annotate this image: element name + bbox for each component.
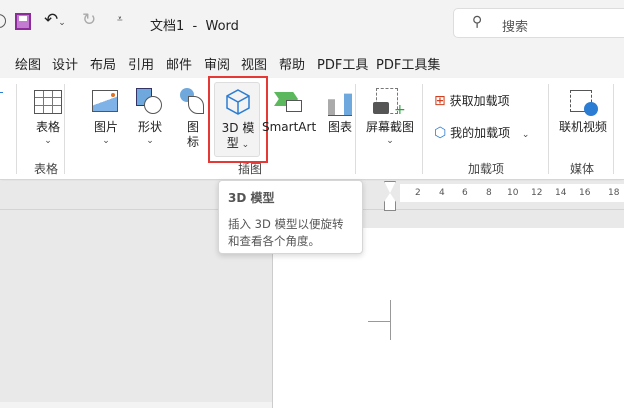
tab-help[interactable]: 帮助 (279, 54, 305, 73)
customize-qat-icon[interactable]: ⩡ (117, 14, 123, 25)
undo-icon[interactable]: ↶⌄ (44, 10, 66, 30)
tooltip-line2: 和查看各个角度。 (228, 234, 320, 248)
tab-pdf-tools[interactable]: PDF工具 (317, 54, 368, 73)
3d-model-highlight (208, 76, 268, 163)
chart-button[interactable]: 图表 (322, 84, 358, 154)
table-button[interactable]: 表格 ⌄ (28, 84, 68, 154)
tab-pdf-toolset[interactable]: PDF工具集 (376, 54, 440, 73)
tab-references[interactable]: 引用 (128, 54, 154, 73)
icons-button[interactable]: 图 标 (176, 84, 210, 154)
chart-icon (328, 88, 352, 116)
my-addins-button[interactable]: ⬡ 我的加载项 ⌄ (434, 124, 529, 141)
tab-design[interactable]: 设计 (52, 54, 78, 73)
get-addins-button[interactable]: ⊞ 获取加载项 (434, 92, 510, 109)
tab-review[interactable]: 审阅 (204, 54, 230, 73)
smartart-button[interactable]: SmartArt (262, 84, 316, 154)
margin-mark (368, 321, 390, 341)
tab-layout[interactable]: 布局 (90, 54, 116, 73)
window-title: 文档1 - Word (150, 19, 239, 34)
document-page[interactable] (272, 228, 624, 408)
table-icon (34, 90, 62, 114)
picture-button[interactable]: 图片 ⌄ (86, 84, 126, 154)
shapes-button[interactable]: 形状 ⌄ (130, 84, 170, 154)
group-label-table: 表格 (34, 162, 59, 176)
group-label-addins: 加载项 (468, 162, 505, 176)
picture-icon (92, 90, 118, 112)
tooltip-line1: 插入 3D 模型以便旋转 (228, 217, 344, 231)
tab-view[interactable]: 视图 (241, 54, 267, 73)
redo-icon[interactable]: ↻ (82, 10, 96, 30)
tooltip: 3D 模型 插入 3D 模型以便旋转 和查看各个角度。 (218, 180, 363, 254)
search-icon: ⚲ (472, 14, 483, 30)
group-label-media: 媒体 (570, 162, 595, 176)
screenshot-button[interactable]: + 屏幕截图 ⌄ (362, 84, 418, 154)
search-box[interactable]: ⚲ 搜索 (453, 8, 624, 38)
tab-mailings[interactable]: 邮件 (166, 54, 192, 73)
store-icon: ⊞ (434, 93, 446, 109)
autosave-toggle[interactable] (0, 14, 6, 28)
save-icon[interactable] (15, 13, 31, 30)
tab-draw[interactable]: 绘图 (15, 54, 41, 73)
addin-icon: ⬡ (434, 125, 447, 141)
online-video-button[interactable]: 联机视频 (556, 84, 610, 154)
group-label-illustrations: 插图 (238, 162, 263, 176)
search-placeholder: 搜索 (502, 20, 529, 35)
tooltip-title: 3D 模型 (228, 191, 275, 205)
